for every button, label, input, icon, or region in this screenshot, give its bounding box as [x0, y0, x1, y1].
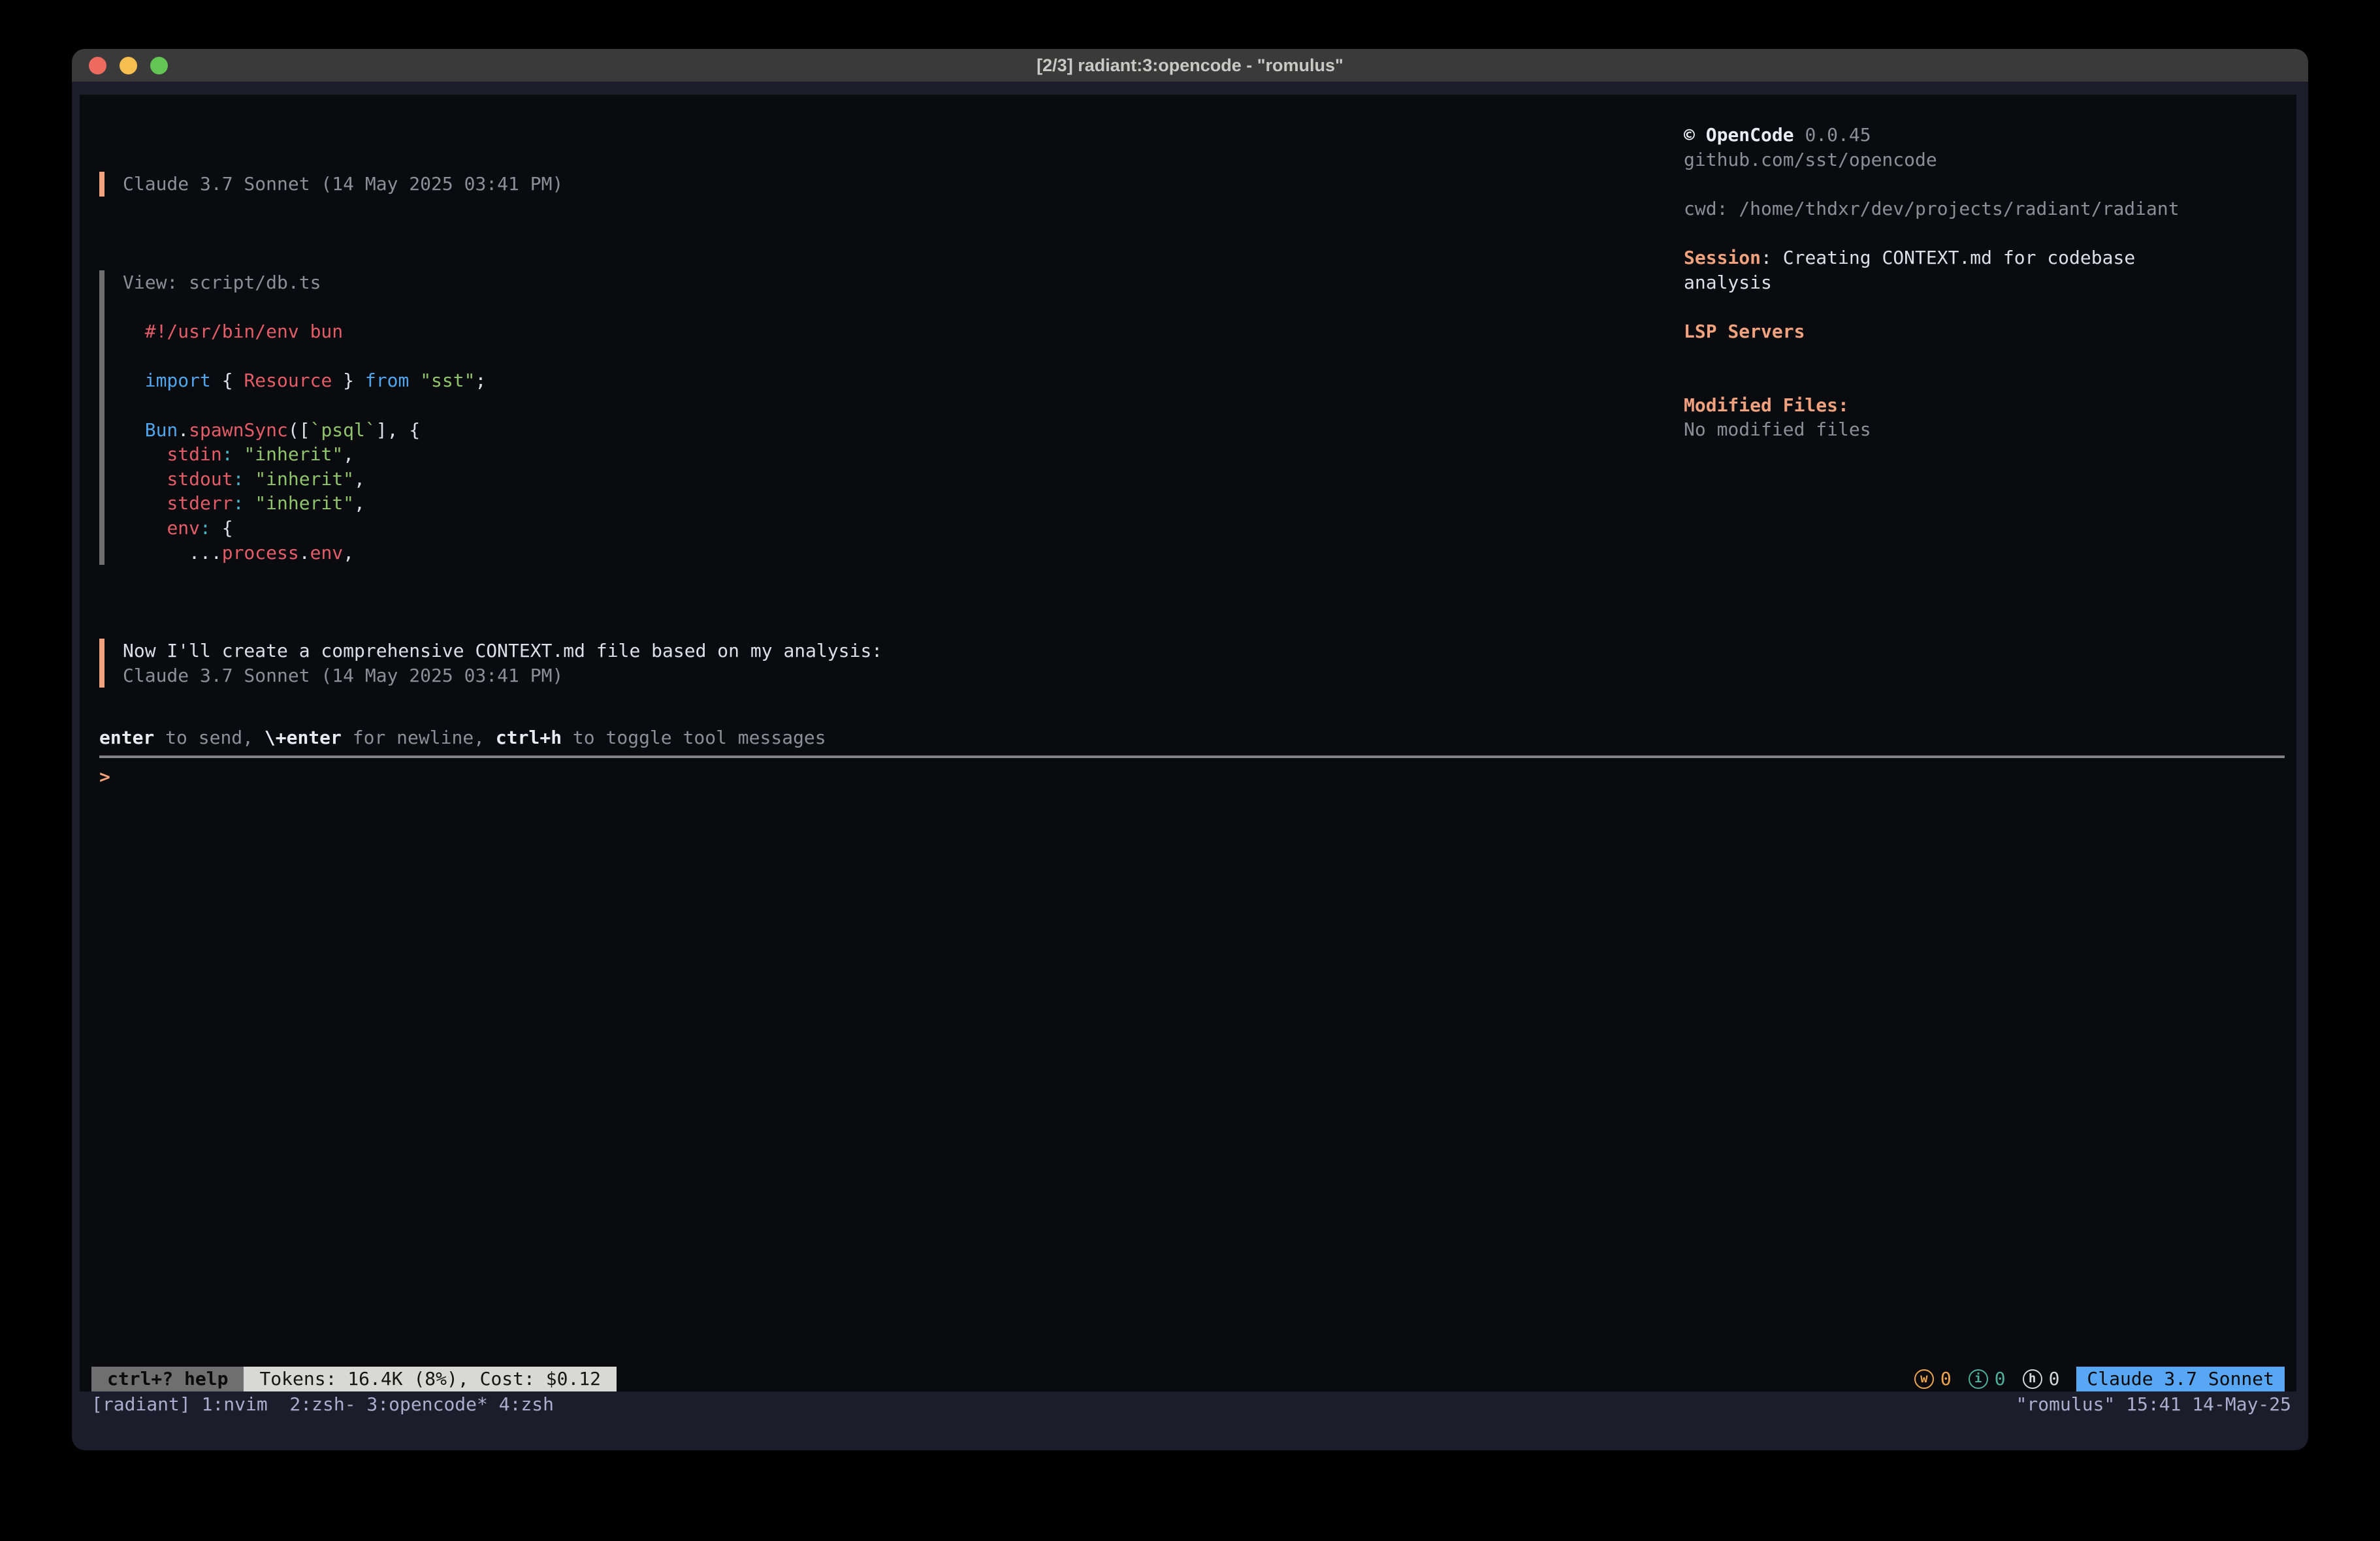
- tmux-session-clock: "romulus" 15:41 14-May-25: [2016, 1393, 2291, 1415]
- text-line: stderr: "inherit",: [123, 491, 1684, 516]
- text-line: [1684, 368, 2283, 393]
- text-line: #!/usr/bin/env bun: [123, 319, 1684, 344]
- text-line: [123, 393, 1684, 418]
- conversation-and-sidebar: Claude 3.7 Sonnet (14 May 2025 03:41 PM)…: [80, 95, 2296, 701]
- text-line: LSP Servers: [1684, 319, 2283, 344]
- text-line: analysis: [1684, 270, 2283, 295]
- warning-diagnostics: w 0: [1914, 1367, 1952, 1391]
- opencode-statusbar: ctrl+? help Tokens: 16.4K (8%), Cost: $0…: [91, 1367, 2285, 1391]
- info-diagnostics: i 0: [1969, 1367, 2006, 1391]
- text-line: View: script/db.ts: [123, 270, 1684, 295]
- text-line: Claude 3.7 Sonnet (14 May 2025 03:41 PM): [123, 663, 1684, 688]
- text-line: Now I'll create a comprehensive CONTEXT.…: [123, 639, 1684, 663]
- assistant-message-intro: Now I'll create a comprehensive CONTEXT.…: [99, 639, 1684, 688]
- model-badge-label: Claude 3.7 Sonnet: [2087, 1367, 2274, 1391]
- assistant-message-header: Claude 3.7 Sonnet (14 May 2025 03:41 PM): [99, 172, 1684, 197]
- window-body: Claude 3.7 Sonnet (14 May 2025 03:41 PM)…: [72, 82, 2308, 1450]
- text-line: [1684, 172, 2283, 197]
- opencode-tui: Claude 3.7 Sonnet (14 May 2025 03:41 PM)…: [80, 95, 2296, 1391]
- minimize-window-button[interactable]: [120, 57, 137, 74]
- window-bottom-padding: [72, 1416, 2308, 1450]
- text-line: [123, 344, 1684, 369]
- terminal-wrap: Claude 3.7 Sonnet (14 May 2025 03:41 PM)…: [72, 82, 2308, 1391]
- keybinding-hint: enter to send, \+enter for newline, ctrl…: [99, 725, 2285, 750]
- text-line: © OpenCode 0.0.45: [1684, 123, 2283, 148]
- window-title: [2/3] radiant:3:opencode - "romulus": [1037, 56, 1343, 76]
- statusbar-right: w 0 i 0 h 0 Claude 3.7 Sonnet: [1914, 1367, 2285, 1391]
- help-hint-label: ctrl+? help: [107, 1367, 228, 1391]
- text-line: stdin: "inherit",: [123, 442, 1684, 467]
- tokens-cost-segment: Tokens: 16.4K (8%), Cost: $0.12: [244, 1367, 617, 1391]
- text-line: ...process.env,: [123, 541, 1684, 565]
- warning-count: 0: [1940, 1367, 1952, 1391]
- tmux-window-list[interactable]: [radiant] 1:nvim 2:zsh- 3:opencode* 4:zs…: [91, 1393, 554, 1415]
- text-line: No modified files: [1684, 417, 2283, 442]
- conversation-column: Claude 3.7 Sonnet (14 May 2025 03:41 PM)…: [80, 123, 1684, 701]
- hint-diagnostics: h 0: [2023, 1367, 2060, 1391]
- text-line: Bun.spawnSync([`psql`], {: [123, 418, 1684, 443]
- info-icon: i: [1969, 1369, 1988, 1389]
- text-line: [123, 295, 1684, 320]
- help-hint-segment: ctrl+? help: [91, 1367, 244, 1391]
- prompt-caret: >: [99, 766, 110, 787]
- tmux-statusbar: [radiant] 1:nvim 2:zsh- 3:opencode* 4:zs…: [72, 1391, 2308, 1416]
- input-divider: [99, 755, 2285, 758]
- window-titlebar: [2/3] radiant:3:opencode - "romulus": [72, 49, 2308, 82]
- text-line: Claude 3.7 Sonnet (14 May 2025 03:41 PM): [123, 172, 1684, 197]
- hint-count: 0: [2049, 1367, 2060, 1391]
- tool-message-view-file: View: script/db.ts #!/usr/bin/env bun im…: [99, 270, 1684, 565]
- terminal-window: [2/3] radiant:3:opencode - "romulus" Cla…: [72, 49, 2308, 1450]
- text-line: [1684, 221, 2283, 246]
- hint-icon: h: [2023, 1369, 2042, 1389]
- info-count: 0: [1995, 1367, 2006, 1391]
- close-window-button[interactable]: [89, 57, 106, 74]
- session-sidebar: © OpenCode 0.0.45github.com/sst/opencode…: [1684, 123, 2296, 701]
- input-empty-area[interactable]: [80, 789, 2296, 1367]
- text-line: env: {: [123, 516, 1684, 541]
- zoom-window-button[interactable]: [150, 57, 168, 74]
- text-line: [1684, 343, 2283, 368]
- tokens-cost-label: Tokens: 16.4K (8%), Cost: $0.12: [259, 1367, 601, 1391]
- text-line: [1684, 294, 2283, 319]
- text-line: github.com/sst/opencode: [1684, 148, 2283, 172]
- text-line: Session: Creating CONTEXT.md for codebas…: [1684, 246, 2283, 270]
- text-line: Modified Files:: [1684, 393, 2283, 418]
- traffic-lights: [89, 49, 168, 82]
- text-line: enter to send, \+enter for newline, ctrl…: [99, 725, 2285, 750]
- model-badge[interactable]: Claude 3.7 Sonnet: [2076, 1367, 2285, 1391]
- warning-icon: w: [1914, 1369, 1934, 1389]
- text-line: import { Resource } from "sst";: [123, 368, 1684, 393]
- text-line: stdout: "inherit",: [123, 467, 1684, 492]
- text-line: cwd: /home/thdxr/dev/projects/radiant/ra…: [1684, 197, 2283, 221]
- prompt-input[interactable]: >: [99, 765, 2296, 789]
